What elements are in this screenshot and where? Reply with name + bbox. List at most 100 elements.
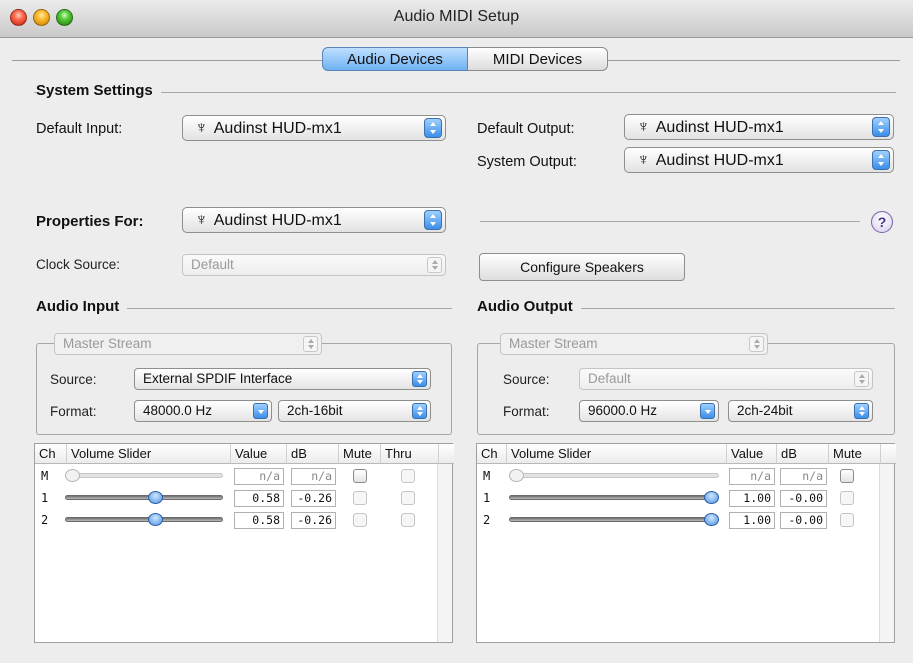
volume-slider-knob[interactable] [509, 469, 524, 482]
db-field[interactable]: -0.00 [780, 490, 827, 507]
default-input-popup[interactable]: ♆ Audinst HUD-mx1 [182, 115, 446, 141]
volume-slider-knob[interactable] [147, 513, 163, 526]
value-field[interactable]: n/a [729, 468, 775, 485]
channel-label: 1 [483, 491, 491, 505]
input-source-value: External SPDIF Interface [143, 371, 293, 386]
column-header-ch[interactable]: Ch [477, 444, 507, 464]
mute-checkbox[interactable] [353, 513, 367, 527]
system-output-popup[interactable]: ♆ Audinst HUD-mx1 [624, 147, 894, 173]
column-header-spacer [881, 444, 896, 464]
system-settings-heading: System Settings [36, 82, 161, 99]
clock-source-value: Default [191, 257, 234, 272]
db-field[interactable]: n/a [291, 468, 336, 485]
input-stream-value: Master Stream [63, 336, 152, 351]
value-field[interactable]: 0.58 [234, 512, 284, 529]
output-bit-format-popup[interactable]: 2ch-24bit [728, 400, 873, 422]
vertical-scrollbar[interactable] [437, 464, 452, 642]
clock-source-label: Clock Source: [36, 257, 121, 272]
default-output-value: Audinst HUD-mx1 [655, 119, 784, 136]
popup-arrows-icon [872, 117, 890, 137]
usb-icon: ♆ [637, 117, 650, 136]
volume-slider-track[interactable] [65, 495, 223, 500]
properties-for-label: Properties For: [36, 213, 144, 230]
channel-label: M [483, 469, 491, 483]
thru-checkbox[interactable] [401, 469, 415, 483]
mute-checkbox[interactable] [840, 513, 854, 527]
column-header-mute[interactable]: Mute [829, 444, 881, 464]
volume-slider-knob[interactable] [147, 491, 163, 504]
popup-arrows-icon [854, 403, 869, 419]
help-button[interactable]: ? [871, 211, 893, 233]
input-bit-format-value: 2ch-16bit [287, 403, 343, 418]
input-source-label: Source: [50, 372, 97, 387]
column-header-value[interactable]: Value [231, 444, 287, 464]
mute-checkbox[interactable] [353, 491, 367, 505]
output-format-label: Format: [503, 404, 550, 419]
usb-icon: ♆ [195, 210, 208, 229]
input-source-popup[interactable]: External SPDIF Interface [134, 368, 431, 390]
value-field[interactable]: 1.00 [729, 490, 775, 507]
properties-for-popup[interactable]: ♆ Audinst HUD-mx1 [182, 207, 446, 233]
db-field[interactable]: -0.00 [780, 512, 827, 529]
output-source-popup[interactable]: Default [579, 368, 873, 390]
tab-midi-devices[interactable]: MIDI Devices [468, 47, 608, 71]
mute-checkbox[interactable] [840, 491, 854, 505]
channel-label: 2 [483, 513, 491, 527]
output-sample-rate-popup[interactable]: 96000.0 Hz [579, 400, 719, 422]
column-header-thru[interactable]: Thru [381, 444, 439, 464]
output-stream-popup[interactable]: Master Stream [500, 333, 768, 355]
volume-slider-track[interactable] [65, 473, 223, 478]
column-header-value[interactable]: Value [727, 444, 777, 464]
tab-audio-devices[interactable]: Audio Devices [322, 47, 468, 71]
output-channel-table: Ch Volume Slider Value dB Mute Mn/a n/a 1 1… [476, 443, 896, 643]
input-bit-format-popup[interactable]: 2ch-16bit [278, 400, 431, 422]
input-sample-rate-value: 48000.0 Hz [143, 403, 213, 418]
volume-slider-track[interactable] [509, 495, 719, 500]
value-field[interactable]: 0.58 [234, 490, 284, 507]
clock-source-popup[interactable]: Default [182, 254, 446, 276]
volume-slider-knob[interactable] [704, 513, 719, 526]
mute-checkbox[interactable] [840, 469, 854, 483]
volume-slider-track[interactable] [509, 473, 719, 478]
audio-output-heading: Audio Output [477, 298, 581, 315]
usb-icon: ♆ [637, 150, 650, 169]
db-field[interactable]: n/a [780, 468, 827, 485]
channel-label: 2 [41, 513, 49, 527]
column-header-mute[interactable]: Mute [339, 444, 381, 464]
popup-arrows-icon [872, 150, 890, 170]
input-format-label: Format: [50, 404, 97, 419]
popup-arrows-icon [427, 257, 442, 273]
thru-checkbox[interactable] [401, 513, 415, 527]
column-header-db[interactable]: dB [777, 444, 829, 464]
popup-arrows-icon [412, 371, 427, 387]
volume-slider-track[interactable] [509, 517, 719, 522]
vertical-scrollbar[interactable] [879, 464, 894, 642]
default-input-label: Default Input: [36, 121, 123, 137]
thru-checkbox[interactable] [401, 491, 415, 505]
value-field[interactable]: 1.00 [729, 512, 775, 529]
usb-icon: ♆ [195, 118, 208, 137]
column-header-db[interactable]: dB [287, 444, 339, 464]
volume-slider-track[interactable] [65, 517, 223, 522]
input-sample-rate-popup[interactable]: 48000.0 Hz [134, 400, 272, 422]
default-output-label: Default Output: [477, 121, 575, 137]
column-header-volume-slider[interactable]: Volume Slider [507, 444, 727, 464]
system-output-value: Audinst HUD-mx1 [655, 152, 784, 169]
volume-slider-knob[interactable] [65, 469, 80, 482]
popup-arrows-icon [749, 336, 764, 352]
popup-arrows-icon [303, 336, 318, 352]
default-output-popup[interactable]: ♆ Audinst HUD-mx1 [624, 114, 894, 140]
chevron-down-icon [700, 403, 715, 419]
default-input-value: Audinst HUD-mx1 [213, 120, 342, 137]
column-header-volume-slider[interactable]: Volume Slider [67, 444, 231, 464]
input-stream-popup[interactable]: Master Stream [54, 333, 322, 355]
mute-checkbox[interactable] [353, 469, 367, 483]
db-field[interactable]: -0.26 [291, 490, 336, 507]
volume-slider-knob[interactable] [704, 491, 719, 504]
popup-arrows-icon [424, 210, 442, 230]
column-header-ch[interactable]: Ch [35, 444, 67, 464]
value-field[interactable]: n/a [234, 468, 284, 485]
output-bit-format-value: 2ch-24bit [737, 403, 793, 418]
db-field[interactable]: -0.26 [291, 512, 336, 529]
configure-speakers-button[interactable]: Configure Speakers [479, 253, 685, 281]
